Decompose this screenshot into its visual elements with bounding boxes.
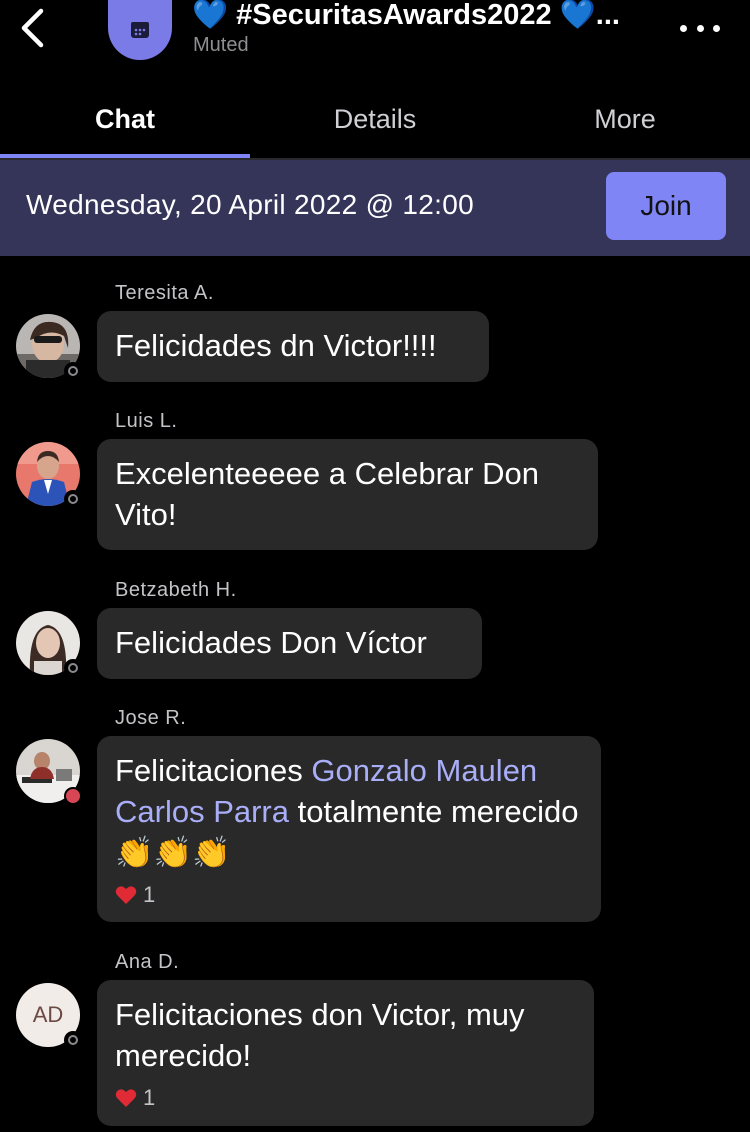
message-bubble[interactable]: Felicitaciones Gonzalo Maulen Carlos Par…	[97, 736, 601, 922]
avatar[interactable]	[16, 442, 82, 508]
message-text: Felicidades dn Victor!!!!	[115, 328, 437, 363]
chat-subtitle: Muted	[193, 34, 249, 56]
message-bubble[interactable]: Excelenteeeee a Celebrar Don Vito!	[97, 439, 598, 550]
reaction-count: 1	[143, 1085, 156, 1110]
more-options-button[interactable]	[680, 14, 720, 42]
avatar[interactable]	[16, 611, 82, 677]
heart-icon	[115, 886, 137, 904]
message-bubble[interactable]: Felicidades dn Victor!!!!	[97, 311, 489, 382]
meeting-avatar[interactable]	[108, 0, 172, 60]
chat-title: 💙 #SecuritasAwards2022 💙...	[192, 0, 620, 30]
message-text: Felicidades Don Víctor	[115, 625, 427, 660]
message-text: Felicitaciones don Victor, muy merecido!	[115, 997, 525, 1073]
heart-icon	[115, 1089, 137, 1107]
join-button[interactable]: Join	[606, 172, 726, 240]
avatar[interactable]	[16, 314, 82, 380]
more-icon-dot	[680, 24, 687, 32]
sender-name: Jose R.	[115, 707, 187, 729]
presence-offline-icon	[64, 1031, 82, 1049]
meeting-banner: Wednesday, 20 April 2022 @ 12:00 Join	[0, 160, 750, 256]
tab-details[interactable]: Details	[250, 82, 500, 156]
sender-name: Betzabeth H.	[115, 579, 237, 601]
tab-more[interactable]: More	[500, 82, 750, 156]
chat-title-area[interactable]: 💙 #SecuritasAwards2022 💙... Muted	[192, 0, 662, 57]
meeting-datetime: Wednesday, 20 April 2022 @ 12:00	[26, 189, 474, 220]
tab-bar: Chat Details More	[0, 82, 750, 160]
message-bubble[interactable]: Felicidades Don Víctor	[97, 608, 482, 679]
message-text: Felicitaciones	[115, 753, 312, 788]
calendar-icon	[131, 22, 149, 38]
reaction-chip[interactable]: 1	[115, 883, 583, 907]
reaction-count: 1	[143, 882, 156, 907]
presence-offline-icon	[64, 362, 82, 380]
back-button[interactable]	[14, 6, 50, 50]
avatar[interactable]	[16, 739, 82, 805]
more-icon-dot	[713, 24, 720, 32]
sender-name: Teresita A.	[115, 282, 214, 304]
message-bubble[interactable]: Felicitaciones don Victor, muy merecido!…	[97, 980, 594, 1126]
message-text: Excelenteeeee a Celebrar Don Vito!	[115, 456, 539, 532]
presence-offline-icon	[64, 490, 82, 508]
chevron-left-icon	[21, 8, 44, 48]
reaction-chip[interactable]: 1	[115, 1086, 576, 1110]
tab-chat[interactable]: Chat	[0, 82, 250, 160]
avatar[interactable]: AD	[16, 983, 82, 1049]
more-icon-dot	[696, 24, 704, 32]
presence-offline-icon	[64, 659, 82, 677]
sender-name: Luis L.	[115, 410, 178, 432]
presence-busy-icon	[64, 787, 82, 805]
app-header: 💙 #SecuritasAwards2022 💙... Muted Chat D…	[0, 0, 750, 160]
sender-name: Ana D.	[115, 951, 180, 973]
